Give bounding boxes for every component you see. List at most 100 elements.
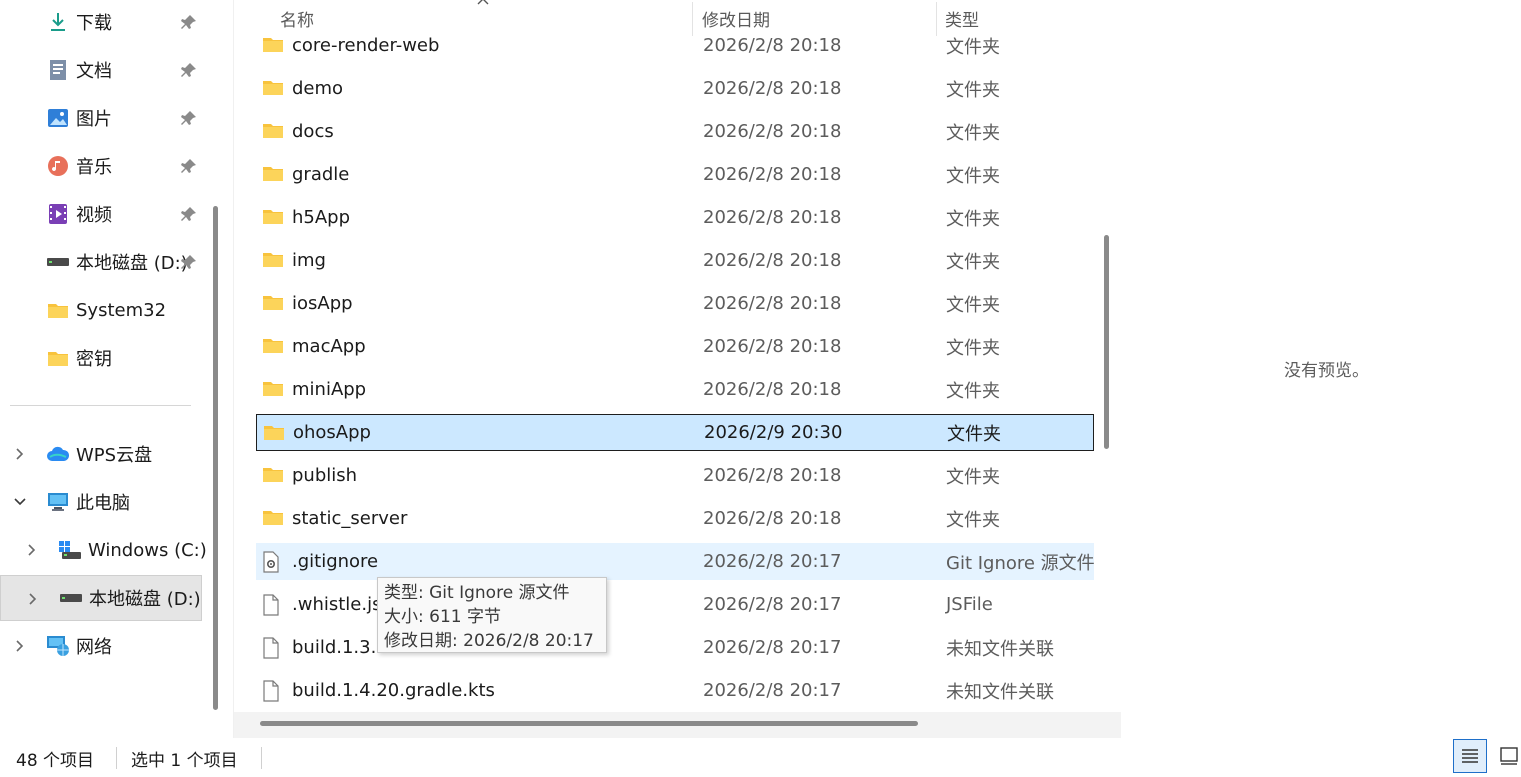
nav-item-label: 音乐 xyxy=(76,157,112,178)
folder-icon xyxy=(262,465,284,485)
file-row[interactable]: miniApp 2026/2/8 20:18 文件夹 xyxy=(256,371,1094,408)
close-icon[interactable] xyxy=(476,0,490,6)
nav-divider xyxy=(10,405,191,406)
folder-icon xyxy=(262,379,284,399)
file-type: 未知文件关联 xyxy=(946,681,1054,703)
nav-item-this-pc[interactable]: 此电脑 xyxy=(0,480,200,524)
nav-item-label: 本地磁盘 (D:) xyxy=(89,589,201,610)
file-row[interactable]: gradle 2026/2/8 20:18 文件夹 xyxy=(256,156,1094,193)
file-date: 2026/2/8 20:18 xyxy=(703,78,842,99)
chevron-right-icon[interactable] xyxy=(24,542,40,558)
chevron-right-icon[interactable] xyxy=(25,591,41,607)
nav-item-pictures[interactable]: 图片 xyxy=(46,96,196,140)
file-type: JSFile xyxy=(946,594,993,615)
file-row[interactable]: ohosApp 2026/2/9 20:30 文件夹 xyxy=(256,414,1094,451)
video-icon xyxy=(46,202,70,226)
large-icons-view-button[interactable] xyxy=(1492,739,1521,773)
pin-icon[interactable] xyxy=(180,157,198,175)
nav-item-documents[interactable]: 文档 xyxy=(46,48,196,92)
file-name: gradle xyxy=(292,164,350,185)
file-row[interactable]: iosApp 2026/2/8 20:18 文件夹 xyxy=(256,285,1094,322)
file-date: 2026/2/8 20:18 xyxy=(703,121,842,142)
file-row[interactable]: docs 2026/2/8 20:18 文件夹 xyxy=(256,113,1094,150)
file-name: build.1.3.1 xyxy=(292,637,388,658)
file-date: 2026/2/8 20:18 xyxy=(703,164,842,185)
vertical-scrollbar[interactable] xyxy=(1104,235,1109,449)
nav-item-windows-c[interactable]: Windows (C:) xyxy=(0,528,207,572)
nav-item-label: 此电脑 xyxy=(76,493,130,514)
nav-item-label: 视频 xyxy=(76,205,112,226)
pin-icon[interactable] xyxy=(180,13,198,31)
nav-item-drive-d[interactable]: 本地磁盘 (D:) xyxy=(46,240,196,284)
windows-drive-icon xyxy=(58,538,82,562)
file-name: publish xyxy=(292,465,358,486)
file-date: 2026/2/8 20:18 xyxy=(703,207,842,228)
nav-item-network[interactable]: 网络 xyxy=(0,624,200,668)
nav-item-label: System32 xyxy=(76,299,167,321)
network-icon xyxy=(46,634,70,658)
folder-icon xyxy=(46,346,70,370)
file-row[interactable]: static_server 2026/2/8 20:18 文件夹 xyxy=(256,500,1094,537)
file-type: 文件夹 xyxy=(947,423,1001,445)
navigation-pane: 下载 文档 图片 音乐 视频 本地磁盘 (D:) System32 密钥 WPS… xyxy=(0,0,220,738)
folder-icon xyxy=(262,250,284,270)
folder-icon xyxy=(262,336,284,356)
chevron-right-icon[interactable] xyxy=(12,446,28,462)
nav-item-videos[interactable]: 视频 xyxy=(46,192,196,236)
folder-icon xyxy=(262,207,284,227)
tooltip-type: 类型: Git Ignore 源文件 xyxy=(384,583,570,603)
file-date: 2026/2/8 20:18 xyxy=(703,336,842,357)
nav-item-label: 下载 xyxy=(76,13,112,34)
file-date: 2026/2/8 20:17 xyxy=(703,637,842,658)
file-name: static_server xyxy=(292,508,408,529)
folder-icon xyxy=(262,508,284,528)
file-row[interactable]: h5App 2026/2/8 20:18 文件夹 xyxy=(256,199,1094,236)
file-row[interactable]: .gitignore 2026/2/8 20:17 Git Ignore 源文件 xyxy=(256,543,1095,580)
file-type: 文件夹 xyxy=(946,466,1000,488)
file-row[interactable]: build.1.4.20.gradle.kts 2026/2/8 20:17 未知文… xyxy=(256,672,1094,709)
folder-icon xyxy=(263,423,285,443)
folder-icon xyxy=(262,164,284,184)
file-type: 文件夹 xyxy=(946,208,1000,230)
nav-item-local-disk-d[interactable]: 本地磁盘 (D:) xyxy=(0,575,202,621)
file-date: 2026/2/8 20:18 xyxy=(703,35,842,56)
file-icon xyxy=(262,594,284,616)
file-type: 文件夹 xyxy=(946,337,1000,359)
nav-item-label: 文档 xyxy=(76,61,112,82)
chevron-down-icon[interactable] xyxy=(12,494,28,510)
large-icons-view-icon xyxy=(1500,747,1518,765)
folder-icon xyxy=(262,293,284,313)
nav-item-music[interactable]: 音乐 xyxy=(46,144,196,188)
file-type: 未知文件关联 xyxy=(946,638,1054,660)
folder-icon xyxy=(262,78,284,98)
pin-icon[interactable] xyxy=(180,253,198,271)
details-view-icon xyxy=(1462,749,1478,763)
file-row[interactable]: macApp 2026/2/8 20:18 文件夹 xyxy=(256,328,1094,365)
drive-icon xyxy=(59,586,83,610)
details-view-button[interactable] xyxy=(1453,739,1487,773)
file-row[interactable]: img 2026/2/8 20:18 文件夹 xyxy=(256,242,1094,279)
pictures-icon xyxy=(46,106,70,130)
file-row[interactable]: core-render-web 2026/2/8 20:18 文件夹 xyxy=(256,27,1094,64)
file-row[interactable]: demo 2026/2/8 20:18 文件夹 xyxy=(256,70,1094,107)
sidebar-scrollbar[interactable] xyxy=(213,206,218,710)
cloud-icon xyxy=(46,442,70,466)
nav-item-keys-folder[interactable]: 密钥 xyxy=(46,336,112,380)
pin-icon[interactable] xyxy=(180,205,198,223)
file-type: 文件夹 xyxy=(946,165,1000,187)
nav-item-wps-cloud[interactable]: WPS云盘 xyxy=(0,432,200,476)
file-name: miniApp xyxy=(292,379,367,400)
nav-item-downloads[interactable]: 下载 xyxy=(46,0,196,44)
file-date: 2026/2/8 20:18 xyxy=(703,508,842,529)
nav-item-system32[interactable]: System32 xyxy=(46,288,166,332)
document-icon xyxy=(46,58,70,82)
file-name: img xyxy=(292,250,326,271)
file-date: 2026/2/8 20:17 xyxy=(703,680,842,701)
file-name: docs xyxy=(292,121,334,142)
tooltip-size: 大小: 611 字节 xyxy=(384,607,501,627)
horizontal-scrollbar[interactable] xyxy=(260,721,918,726)
pin-icon[interactable] xyxy=(180,109,198,127)
pin-icon[interactable] xyxy=(180,61,198,79)
file-row[interactable]: publish 2026/2/8 20:18 文件夹 xyxy=(256,457,1094,494)
chevron-right-icon[interactable] xyxy=(12,638,28,654)
